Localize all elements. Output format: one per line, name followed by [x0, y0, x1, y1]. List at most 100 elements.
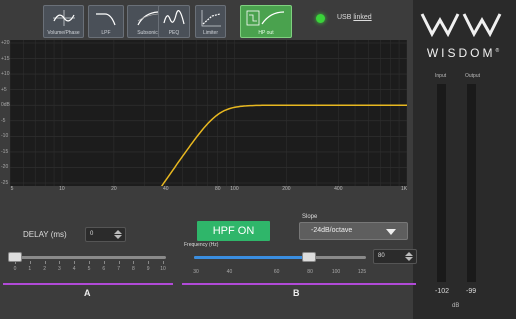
- usb-status[interactable]: USB linked: [337, 14, 372, 21]
- delay-tick-mark: [133, 261, 135, 264]
- chevron-down-icon: [386, 229, 396, 235]
- delay-tick-label: 4: [72, 266, 76, 272]
- frequency-up-icon[interactable]: [405, 252, 413, 256]
- volume-phase-button[interactable]: Volume/Phase: [43, 5, 84, 38]
- lpf-icon: [96, 13, 116, 26]
- delay-tick-label: 0: [13, 266, 17, 272]
- x-tick-label: 20: [111, 186, 117, 192]
- frequency-tick-label: 60: [273, 269, 280, 275]
- panel-a-accent: [3, 283, 173, 285]
- hpf-on-button[interactable]: HPF ON: [197, 221, 270, 241]
- tool-label: LPF: [101, 30, 111, 36]
- tool-label: HP out: [258, 30, 274, 36]
- y-tick-label: -20: [1, 164, 9, 171]
- delay-tick-label: 7: [117, 266, 120, 272]
- tool-label: Limiter: [202, 30, 218, 36]
- delay-tick-label: 6: [102, 266, 106, 272]
- frequency-slider-fill: [194, 256, 304, 259]
- delay-tick-label: 8: [132, 266, 135, 272]
- volume-phase-icon: [53, 10, 75, 26]
- tool-label: Volume/Phase: [47, 30, 80, 36]
- delay-spinbox[interactable]: 0: [85, 227, 126, 242]
- frequency-value: 80: [378, 253, 385, 259]
- registered-mark: ®: [495, 48, 500, 54]
- frequency-label: Frequency (Hz): [184, 242, 219, 248]
- delay-slider-track[interactable]: [10, 256, 166, 259]
- frequency-tick-label: 125: [357, 269, 367, 275]
- panel-b-title: B: [293, 288, 300, 298]
- delay-tick-mark: [103, 261, 105, 264]
- usb-status-led: [316, 14, 325, 23]
- x-tick-label: 100: [230, 186, 239, 192]
- y-tick-label: +5: [1, 86, 7, 93]
- delay-tick-label: 9: [146, 266, 150, 272]
- frequency-tick-label: 40: [226, 269, 233, 275]
- delay-tick-mark: [15, 261, 16, 264]
- frequency-slider-thumb[interactable]: [302, 252, 316, 262]
- brand-name: WISDOM®: [426, 46, 500, 60]
- delay-tick-label: 1: [28, 266, 32, 272]
- delay-up-icon[interactable]: [114, 230, 122, 234]
- frequency-spinbox[interactable]: 80: [373, 249, 417, 264]
- output-meter-value: -99: [466, 288, 477, 295]
- slope-select[interactable]: -24dB/octave: [299, 222, 408, 240]
- peq-icon: [163, 10, 185, 25]
- panel-a-title: A: [84, 288, 91, 298]
- delay-tick-mark: [29, 261, 31, 264]
- delay-tick-label: 2: [43, 266, 46, 272]
- graph-canvas: [9, 40, 408, 191]
- delay-tick-label: 10: [160, 266, 166, 272]
- frequency-tick-label: 80: [307, 269, 313, 275]
- delay-value: 0: [90, 231, 94, 237]
- y-tick-label: -5: [1, 117, 6, 124]
- y-tick-label: 0dB: [1, 102, 10, 109]
- x-tick-label: 200: [282, 186, 291, 192]
- slope-value: -24dB/octave: [311, 227, 353, 234]
- output-meter: [467, 84, 476, 282]
- input-meter-value: -102: [435, 288, 450, 295]
- input-meter: [437, 84, 446, 282]
- x-tick-label: 10: [59, 186, 65, 192]
- y-tick-label: -10: [1, 133, 9, 140]
- delay-tick-mark: [148, 261, 150, 264]
- delay-tick-mark: [118, 261, 120, 264]
- subsonic-icon: [137, 11, 159, 26]
- delay-tick-mark: [59, 261, 61, 264]
- peq-button[interactable]: PEQ: [158, 5, 190, 38]
- delay-tick-label: 3: [58, 266, 61, 272]
- input-label: Input: [435, 73, 447, 79]
- delay-tick-mark: [163, 261, 164, 264]
- lpf-button[interactable]: LPF: [88, 5, 124, 38]
- panel-b-accent: [182, 283, 416, 285]
- meter-unit: dB: [452, 303, 460, 309]
- limiter-icon: [201, 10, 221, 27]
- delay-tick-mark: [44, 261, 46, 264]
- frequency-tick-label: 100: [331, 269, 341, 275]
- hp-out-icon: [246, 10, 285, 26]
- delay-tick-mark: [89, 261, 90, 264]
- wisdom-logo-icon: [420, 13, 502, 37]
- delay-down-icon[interactable]: [114, 235, 122, 239]
- delay-label: DELAY (ms): [23, 230, 67, 239]
- x-tick-label: 80: [214, 186, 221, 192]
- usb-link[interactable]: linked: [353, 14, 371, 21]
- y-tick-label: -15: [1, 148, 9, 155]
- hp-out-button[interactable]: HP out: [240, 5, 292, 38]
- frequency-response-graph: [9, 40, 408, 191]
- frequency-down-icon[interactable]: [405, 257, 413, 261]
- x-tick-label: 5: [10, 186, 14, 192]
- delay-tick-label: 5: [87, 266, 91, 272]
- limiter-button[interactable]: Limiter: [195, 5, 226, 38]
- y-tick-label: +15: [1, 55, 10, 62]
- y-tick-label: -25: [1, 180, 9, 186]
- usb-prefix: USB: [337, 14, 352, 21]
- y-tick-label: +20: [1, 40, 10, 46]
- delay-tick-mark: [74, 261, 76, 264]
- output-label: Output: [465, 73, 481, 79]
- tool-label: PEQ: [168, 30, 180, 36]
- x-tick-label: 1K: [400, 186, 408, 192]
- x-tick-label: 40: [163, 186, 169, 192]
- x-tick-label: 400: [334, 186, 343, 192]
- y-tick-label: +10: [1, 71, 10, 78]
- frequency-tick-label: 30: [193, 269, 199, 275]
